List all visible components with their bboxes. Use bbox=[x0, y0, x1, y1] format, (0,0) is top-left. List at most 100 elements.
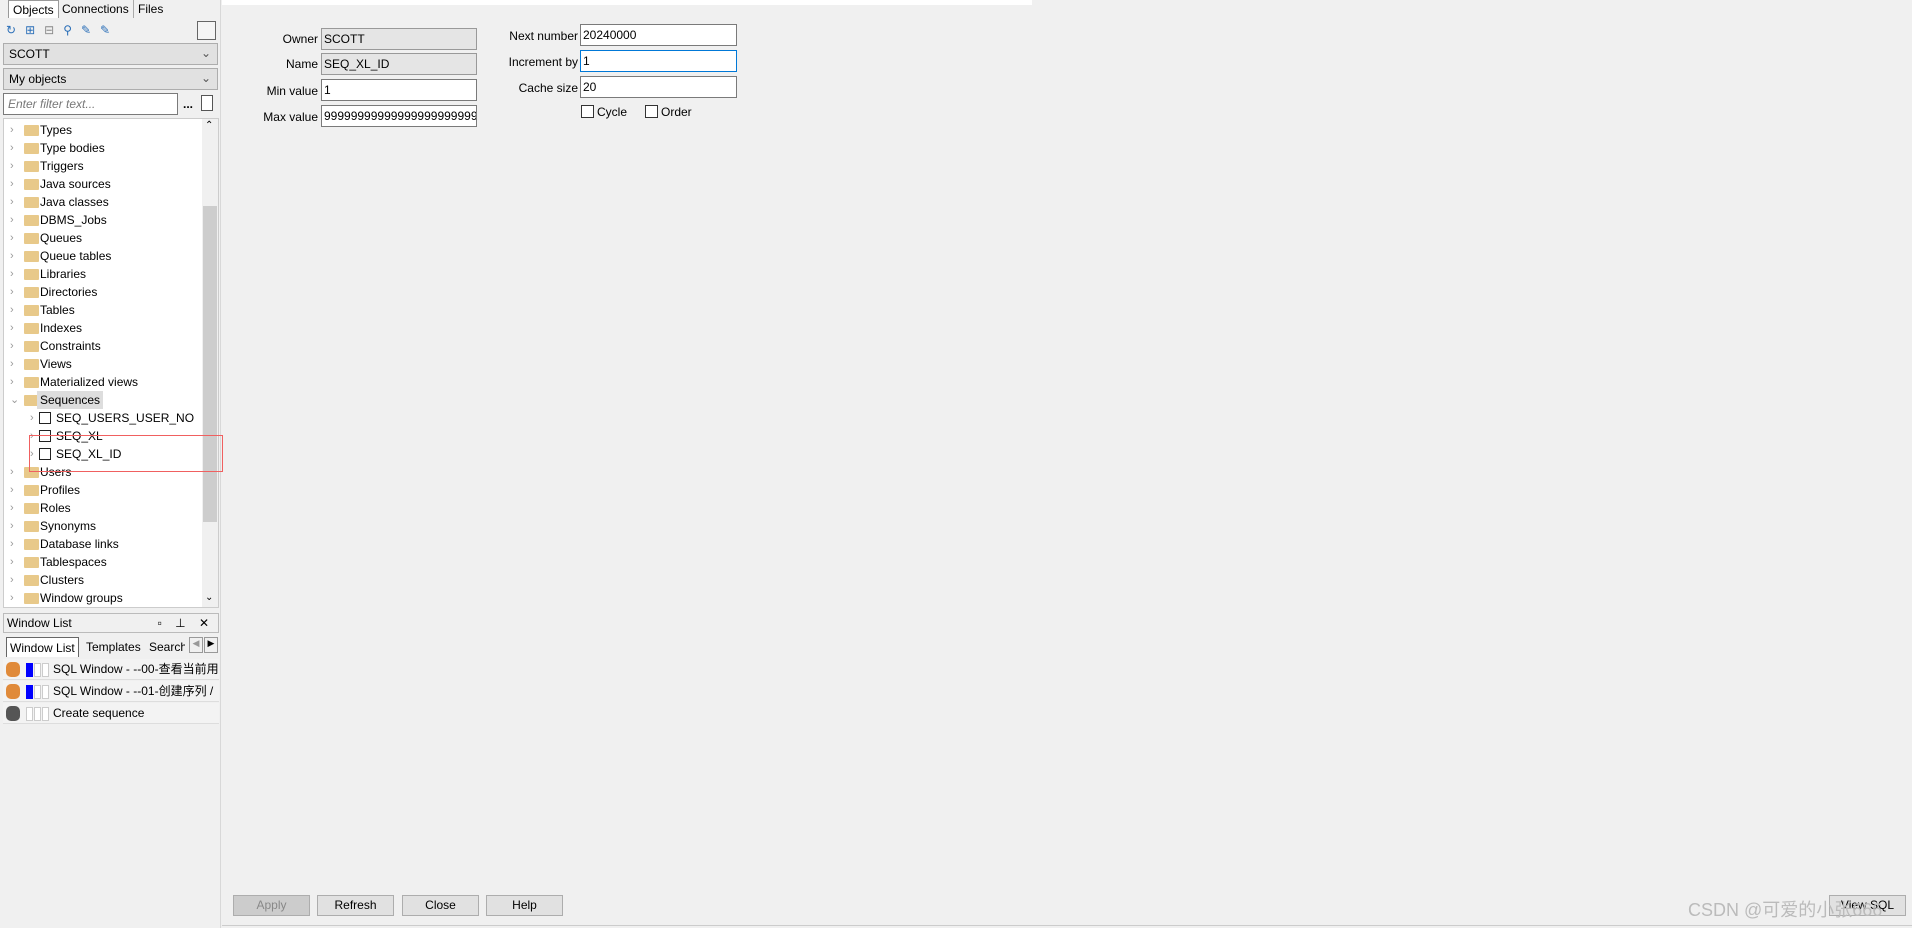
chevron-right-icon[interactable]: › bbox=[10, 373, 20, 391]
status-bar bbox=[42, 707, 49, 721]
folder-filter-icon[interactable]: ✎ bbox=[100, 23, 119, 37]
chevron-right-icon[interactable]: › bbox=[10, 463, 20, 481]
tab-files[interactable]: Files bbox=[134, 0, 167, 18]
tree-item[interactable]: › Constraints bbox=[4, 337, 204, 355]
tree-item[interactable]: › Java sources bbox=[4, 175, 204, 193]
sql-window-icon bbox=[6, 706, 20, 721]
chevron-right-icon[interactable]: › bbox=[10, 535, 20, 553]
tree-item[interactable]: › Tablespaces bbox=[4, 553, 204, 571]
chevron-right-icon[interactable]: › bbox=[10, 193, 20, 211]
chevron-right-icon[interactable]: › bbox=[10, 265, 20, 283]
tree-item[interactable]: › Database links bbox=[4, 535, 204, 553]
window-list-item[interactable]: SQL Window - --01-创建序列 / bbox=[3, 681, 219, 702]
next-number-field[interactable]: 20240000 bbox=[580, 24, 737, 46]
tree-item[interactable]: › Libraries bbox=[4, 265, 204, 283]
window-list-item[interactable]: SQL Window - --00-查看当前用 bbox=[3, 659, 219, 680]
tree-item[interactable]: › Clusters bbox=[4, 571, 204, 589]
tab-templates[interactable]: Templates bbox=[86, 640, 141, 654]
tab-connections[interactable]: Connections bbox=[58, 0, 134, 18]
tab-scroll-left-icon[interactable]: ◀ bbox=[189, 637, 203, 653]
chevron-right-icon[interactable]: › bbox=[10, 283, 20, 301]
filter-more-button[interactable]: ... bbox=[183, 97, 193, 111]
order-checkbox[interactable] bbox=[645, 105, 658, 118]
chevron-right-icon[interactable]: › bbox=[10, 337, 20, 355]
scrollbar-thumb[interactable] bbox=[203, 206, 217, 522]
max-value-field[interactable]: 9999999999999999999999999999 bbox=[321, 105, 477, 127]
status-bar bbox=[26, 663, 33, 677]
expand-icon[interactable]: ⊞ bbox=[25, 23, 44, 37]
tree-item[interactable]: › Roles bbox=[4, 499, 204, 517]
tree-item[interactable]: › Java classes bbox=[4, 193, 204, 211]
tree-item[interactable]: › Views bbox=[4, 355, 204, 373]
cache-size-field[interactable]: 20 bbox=[580, 76, 737, 98]
tree-item[interactable]: › DBMS_Jobs bbox=[4, 211, 204, 229]
tree-item[interactable]: › Type bodies bbox=[4, 139, 204, 157]
chevron-right-icon[interactable]: › bbox=[10, 589, 20, 607]
chevron-right-icon[interactable]: › bbox=[10, 517, 20, 535]
window-list-header: Window List ▫ ⊥ ✕ bbox=[3, 613, 219, 633]
chevron-right-icon[interactable]: › bbox=[10, 301, 20, 319]
chevron-right-icon[interactable]: › bbox=[10, 571, 20, 589]
chevron-right-icon[interactable]: › bbox=[10, 553, 20, 571]
tree-item[interactable]: › Types bbox=[4, 121, 204, 139]
scroll-down-icon[interactable]: ⌄ bbox=[205, 592, 213, 603]
schema-select[interactable]: SCOTT ⌄ bbox=[3, 43, 218, 65]
min-value-field[interactable]: 1 bbox=[321, 79, 477, 101]
chevron-right-icon[interactable]: › bbox=[10, 481, 20, 499]
chevron-right-icon[interactable]: › bbox=[10, 157, 20, 175]
filter-input[interactable]: Enter filter text... bbox=[3, 93, 178, 115]
tab-objects[interactable]: Objects bbox=[8, 0, 59, 18]
tree-item[interactable]: › Queues bbox=[4, 229, 204, 247]
chevron-right-icon[interactable]: › bbox=[10, 211, 20, 229]
status-bar bbox=[26, 685, 33, 699]
owner-field[interactable]: SCOTT bbox=[321, 28, 477, 50]
tree-item[interactable]: › Materialized views bbox=[4, 373, 204, 391]
status-bar bbox=[34, 707, 41, 721]
tree-item[interactable]: › Triggers bbox=[4, 157, 204, 175]
find-icon[interactable]: ⚲ bbox=[63, 23, 81, 37]
window-list-controls[interactable]: ▫ ⊥ ✕ bbox=[158, 616, 214, 630]
help-button[interactable]: Help bbox=[486, 895, 563, 916]
tree-item[interactable]: › SEQ_USERS_USER_NO bbox=[4, 409, 204, 427]
window-list-title: Window List bbox=[7, 616, 72, 630]
cycle-checkbox[interactable] bbox=[581, 105, 594, 118]
chevron-right-icon[interactable]: › bbox=[10, 121, 20, 139]
tab-window-list[interactable]: Window List bbox=[6, 637, 79, 657]
min-value-label: Min value bbox=[266, 84, 318, 98]
chevron-right-icon[interactable]: › bbox=[10, 499, 20, 517]
increment-by-field[interactable]: 1 bbox=[580, 50, 737, 72]
folder-icon bbox=[24, 539, 39, 550]
chevron-right-icon[interactable]: › bbox=[10, 139, 20, 157]
object-filter-select[interactable]: My objects ⌄ bbox=[3, 68, 218, 90]
window-list-item[interactable]: Create sequence bbox=[3, 703, 219, 724]
object-tree[interactable]: › Types › Type bodies › Triggers › Java sources… bbox=[3, 118, 219, 608]
tree-item[interactable]: ⌄ Sequences bbox=[4, 391, 204, 409]
highlight-box bbox=[29, 435, 223, 472]
status-bar bbox=[42, 685, 49, 699]
chevron-right-icon[interactable]: › bbox=[10, 355, 20, 373]
tree-item[interactable]: › Indexes bbox=[4, 319, 204, 337]
chevron-right-icon[interactable]: › bbox=[10, 319, 20, 337]
tree-item[interactable]: › Synonyms bbox=[4, 517, 204, 535]
name-field[interactable]: SEQ_XL_ID bbox=[321, 53, 477, 75]
close-button[interactable]: Close bbox=[402, 895, 479, 916]
apply-button[interactable]: Apply bbox=[233, 895, 310, 916]
tree-item[interactable]: › Queue tables bbox=[4, 247, 204, 265]
chevron-right-icon[interactable]: › bbox=[10, 175, 20, 193]
tab-scroll-right-icon[interactable]: ▶ bbox=[204, 637, 218, 653]
tree-item-label: Sequences bbox=[37, 391, 104, 409]
refresh-button[interactable]: Refresh bbox=[317, 895, 394, 916]
chevron-down-icon[interactable]: ⌄ bbox=[10, 391, 20, 409]
collapse-icon[interactable]: ⊟ bbox=[44, 23, 63, 37]
tree-item[interactable]: › Directories bbox=[4, 283, 204, 301]
filter-icon[interactable]: ✎ bbox=[81, 23, 100, 37]
name-label: Name bbox=[285, 57, 318, 71]
chevron-right-icon[interactable]: › bbox=[10, 247, 20, 265]
tab-search[interactable]: Search bbox=[149, 640, 185, 654]
chevron-right-icon[interactable]: › bbox=[10, 229, 20, 247]
tree-item[interactable]: › Profiles bbox=[4, 481, 204, 499]
tree-item[interactable]: › Window groups bbox=[4, 589, 204, 607]
refresh-icon[interactable]: ↻ bbox=[6, 23, 25, 37]
tree-item[interactable]: › Tables bbox=[4, 301, 204, 319]
sequence-icon bbox=[39, 412, 51, 424]
